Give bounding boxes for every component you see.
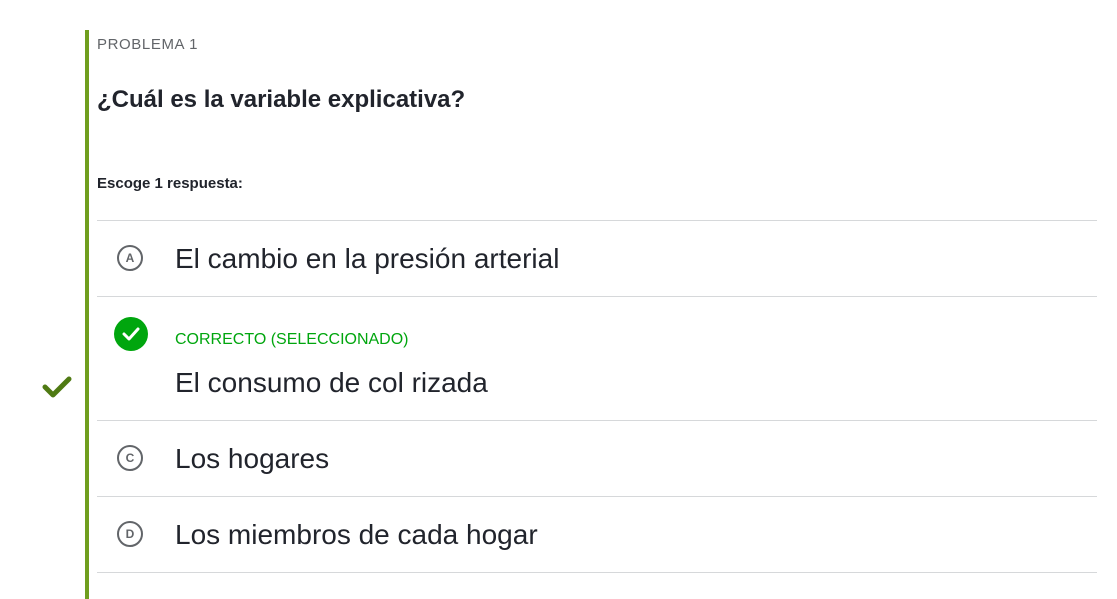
choice-b-text: El consumo de col rizada [175, 367, 488, 398]
choice-a-text: El cambio en la presión arterial [175, 243, 560, 274]
check-circle-icon [114, 317, 148, 351]
choice-b[interactable]: CORRECTO (SELECCIONADO) El consumo de co… [97, 297, 1097, 421]
choice-c-text: Los hogares [175, 443, 330, 474]
choice-a-letter-icon: A [117, 245, 143, 271]
correct-answer-marker-icon [42, 376, 72, 398]
problem-card: PROBLEMA 1 ¿Cuál es la variable explicat… [85, 30, 1097, 599]
choice-list: A El cambio en la presión arterial CORRE… [97, 220, 1097, 573]
choice-c-letter-icon: C [117, 445, 143, 471]
instruction-text: Escoge 1 respuesta: [97, 175, 243, 192]
choice-a[interactable]: A El cambio en la presión arterial [97, 221, 1097, 297]
question-text: ¿Cuál es la variable explicativa? [97, 86, 466, 113]
choice-c[interactable]: C Los hogares [97, 421, 1097, 497]
problem-label: PROBLEMA 1 [97, 36, 199, 53]
choice-d-letter-icon: D [117, 521, 143, 547]
choice-status: CORRECTO (SELECCIONADO) [175, 331, 409, 348]
choice-d-text: Los miembros de cada hogar [175, 519, 538, 550]
choice-d[interactable]: D Los miembros de cada hogar [97, 497, 1097, 573]
